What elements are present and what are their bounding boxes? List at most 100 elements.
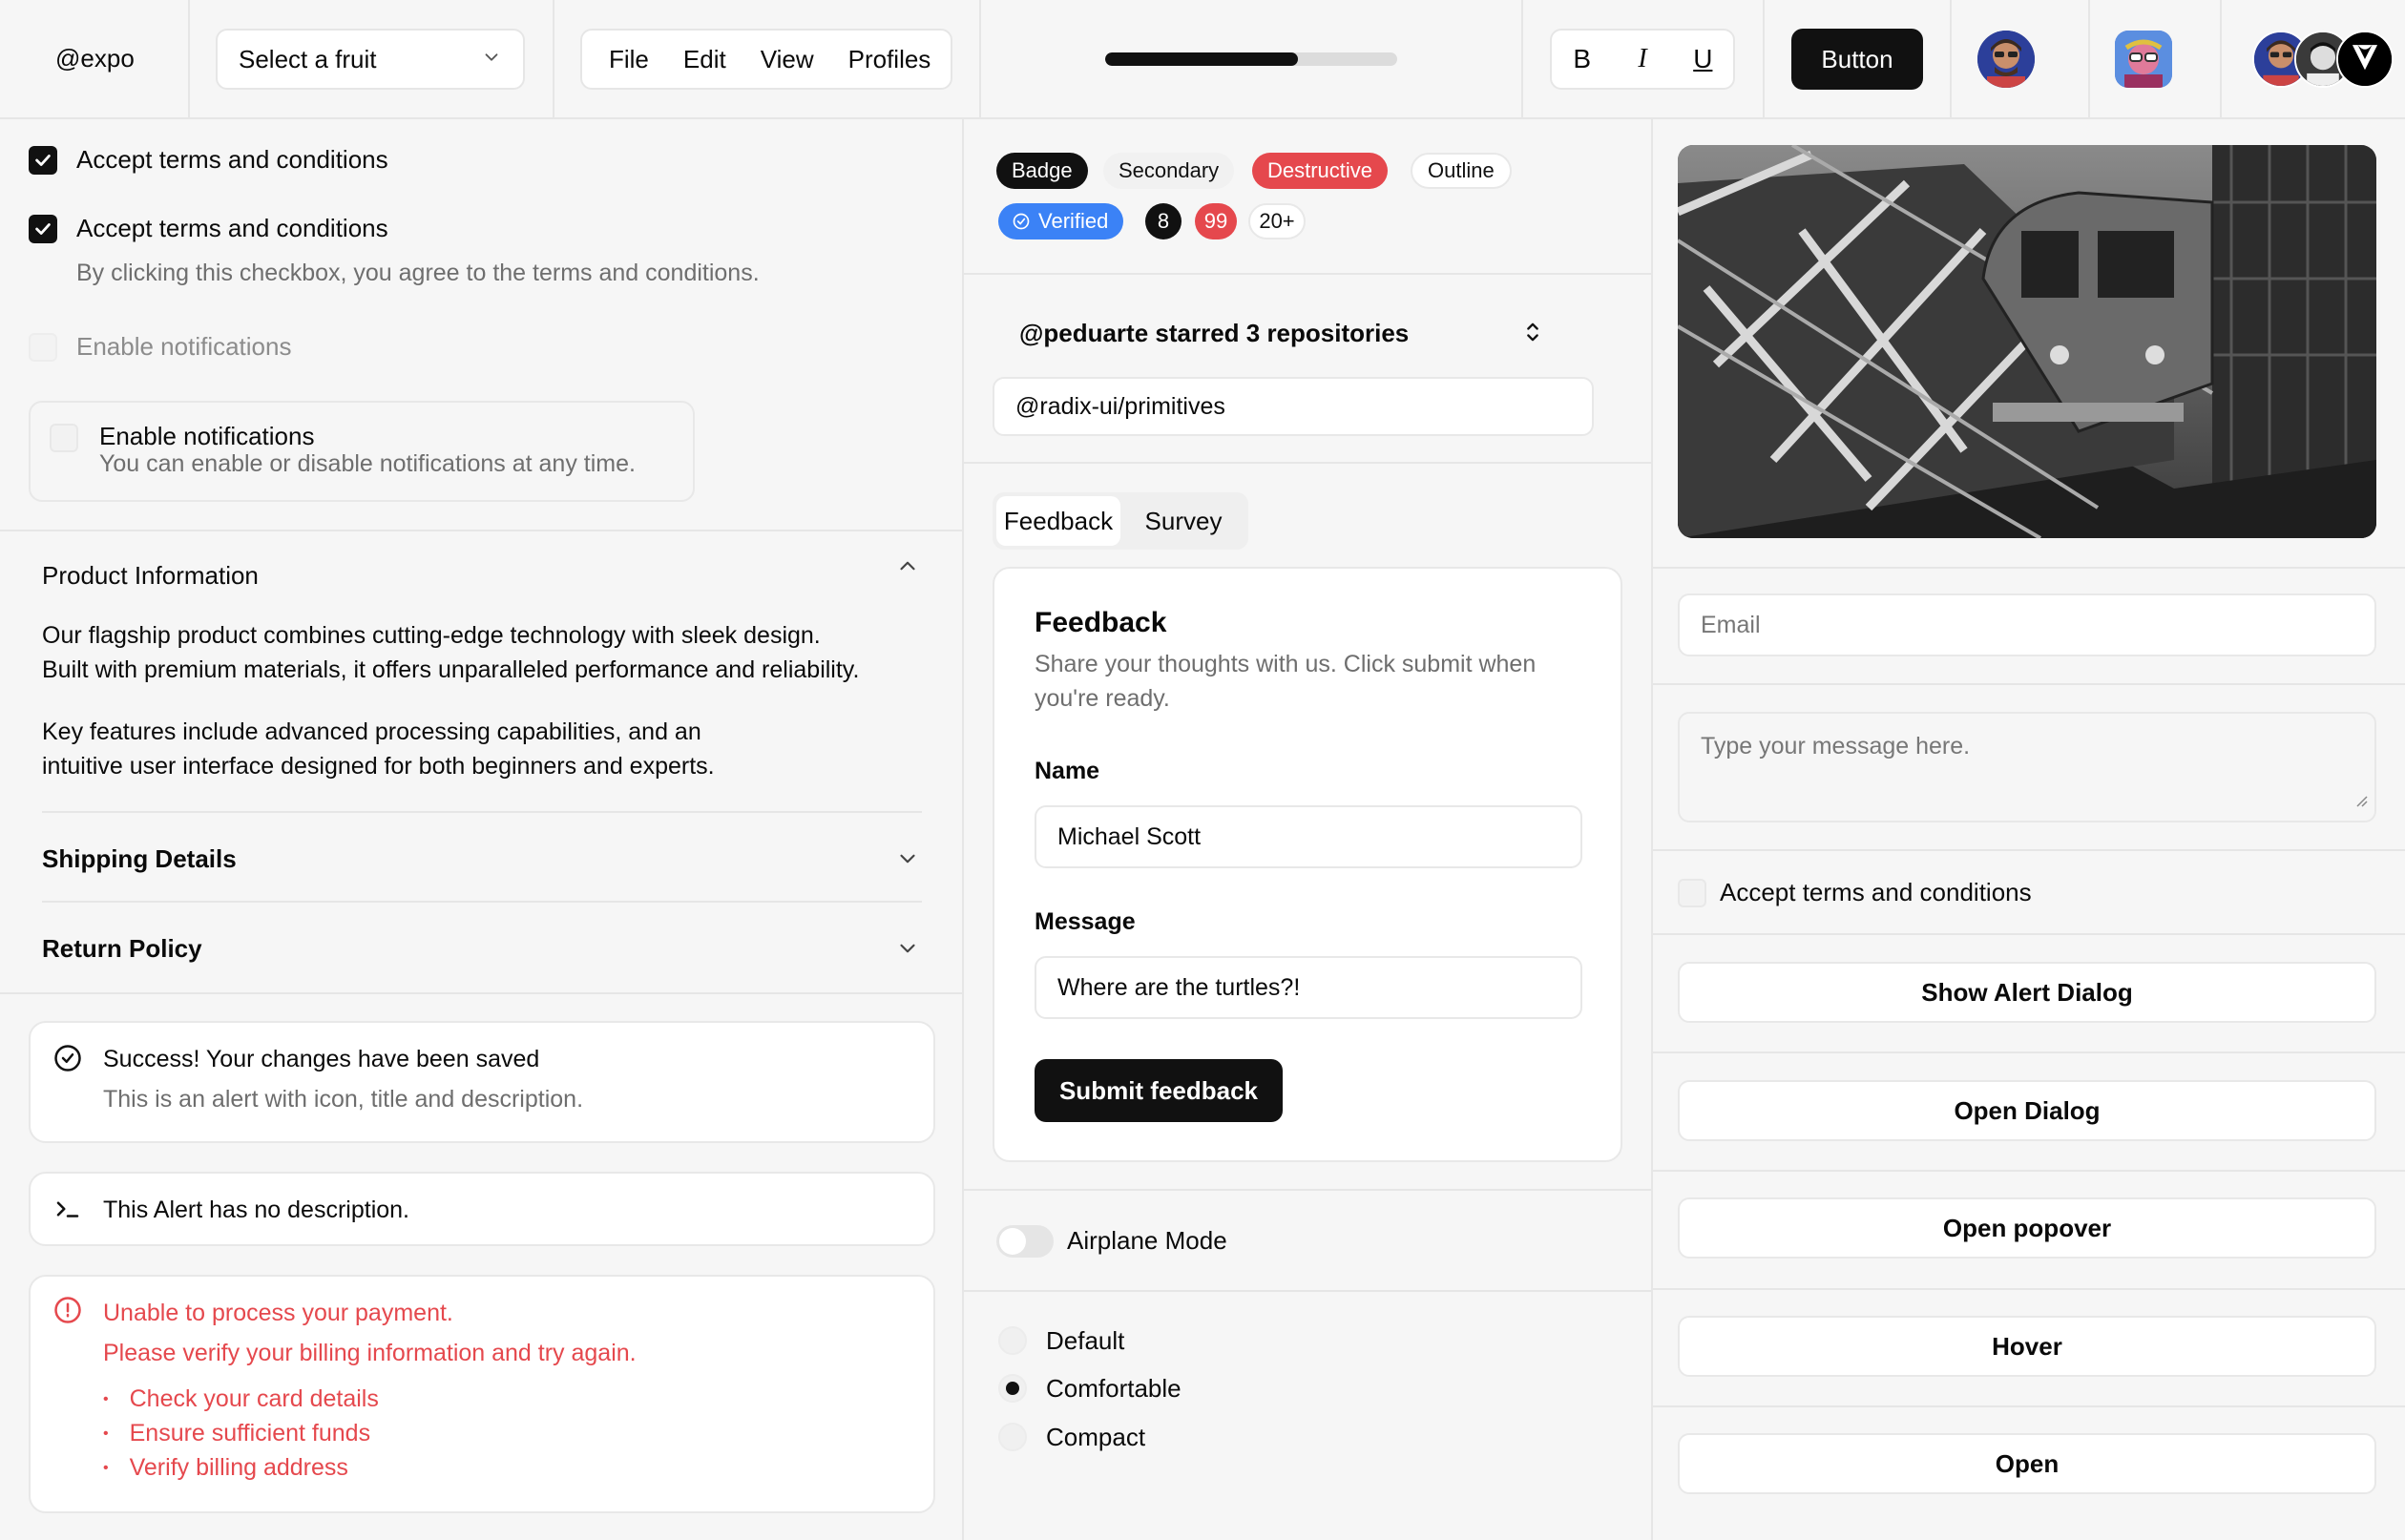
- radio-compact-label: Compact: [1046, 1423, 1146, 1451]
- message-input[interactable]: Where are the turtles?!: [1035, 956, 1582, 1019]
- fruit-select[interactable]: Select a fruit: [216, 29, 525, 90]
- chevron-down-icon[interactable]: [895, 936, 920, 968]
- right-terms-checkbox[interactable]: [1678, 879, 1706, 907]
- message-input-value: Where are the turtles?!: [1057, 973, 1301, 1001]
- badge-outline: Outline: [1411, 153, 1512, 189]
- terms-checkbox-2-label: Accept terms and conditions: [76, 214, 388, 242]
- badge-secondary: Secondary: [1103, 153, 1235, 189]
- check-icon: [35, 223, 51, 235]
- chevron-down-icon: [481, 45, 502, 74]
- terminal-icon: [53, 1195, 82, 1230]
- count-badge: 20+: [1248, 203, 1306, 239]
- count-badge: 8: [1145, 203, 1182, 239]
- collapsible-item: @radix-ui/primitives: [993, 377, 1594, 436]
- feedback-card-description: you're ready.: [1035, 685, 1170, 712]
- feedback-card-description: Share your thoughts with us. Click submi…: [1035, 651, 1537, 677]
- avatar-portrait-icon: [2115, 31, 2172, 88]
- hover-card-button[interactable]: Hover: [1678, 1316, 2376, 1377]
- primary-button[interactable]: Button: [1791, 29, 1923, 90]
- radio-compact[interactable]: [998, 1423, 1027, 1451]
- badge-verified-label: Verified: [1038, 209, 1109, 233]
- error-alert: Unable to process your payment. Please v…: [29, 1275, 935, 1513]
- airplane-mode-switch[interactable]: [996, 1225, 1054, 1258]
- submit-feedback-button[interactable]: Submit feedback: [1035, 1059, 1283, 1122]
- message-label: Message: [1035, 908, 1136, 935]
- email-input-placeholder: Email: [1701, 611, 1761, 638]
- chevron-up-icon[interactable]: [895, 553, 920, 585]
- error-alert-description: Please verify your billing information a…: [103, 1340, 637, 1366]
- radio-comfortable-label: Comfortable: [1046, 1374, 1182, 1403]
- accordion-item-product-title[interactable]: Product Information: [42, 561, 259, 591]
- notifications-checkbox-label: Enable notifications: [76, 332, 292, 361]
- vercel-logo-icon: [2338, 32, 2392, 86]
- menu-view[interactable]: View: [743, 45, 831, 74]
- terminal-alert-title: This Alert has no description.: [103, 1197, 409, 1223]
- badge-check-icon: [1013, 213, 1030, 230]
- fruit-select-value: Select a fruit: [239, 44, 377, 73]
- badge-destructive: Destructive: [1252, 153, 1389, 189]
- format-toggle-group: B I U: [1550, 29, 1735, 90]
- avatar[interactable]: [1977, 31, 2035, 88]
- badge-verified: Verified: [998, 203, 1124, 239]
- train-photo: [1678, 145, 2376, 538]
- notifications-card-checkbox[interactable]: [50, 424, 78, 452]
- right-terms-checkbox-label: Accept terms and conditions: [1720, 878, 2032, 906]
- handle-label: @expo: [55, 44, 135, 73]
- radio-indicator: [1006, 1382, 1019, 1395]
- terms-checkbox-2[interactable]: [29, 215, 57, 243]
- error-alert-list-item: • Ensure sufficient funds: [103, 1420, 371, 1446]
- menu-edit[interactable]: Edit: [666, 45, 743, 74]
- progress-bar: [1105, 52, 1397, 66]
- check-icon: [35, 155, 51, 166]
- notifications-checkbox[interactable]: [29, 333, 57, 362]
- notifications-card-description: You can enable or disable notifications …: [99, 450, 636, 477]
- success-alert-title: Success! Your changes have been saved: [103, 1046, 540, 1072]
- switch-thumb: [999, 1228, 1026, 1255]
- feedback-card: Feedback Share your thoughts with us. Cl…: [993, 567, 1622, 1162]
- notifications-card[interactable]: Enable notifications You can enable or d…: [29, 401, 695, 502]
- menu-profiles[interactable]: Profiles: [831, 45, 949, 74]
- alert-circle-icon: [53, 1296, 82, 1331]
- tab-survey[interactable]: Survey: [1126, 496, 1241, 546]
- product-info-text-line: Built with premium materials, it offers …: [42, 656, 860, 683]
- terms-checkbox-1-label: Accept terms and conditions: [76, 145, 388, 174]
- feedback-card-title: Feedback: [1035, 607, 1167, 638]
- open-sheet-button[interactable]: Open: [1678, 1433, 2376, 1494]
- bold-toggle[interactable]: B: [1552, 31, 1612, 88]
- accordion-item-return-title[interactable]: Return Policy: [42, 934, 202, 964]
- progress-fill: [1105, 52, 1298, 66]
- name-input[interactable]: Michael Scott: [1035, 805, 1582, 868]
- error-alert-list-item: • Verify billing address: [103, 1454, 348, 1481]
- radio-default-label: Default: [1046, 1326, 1125, 1355]
- train-image: [1678, 145, 2376, 538]
- accordion-item-shipping-title[interactable]: Shipping Details: [42, 844, 237, 874]
- chevron-down-icon[interactable]: [895, 846, 920, 878]
- resize-handle-icon[interactable]: [2353, 787, 2369, 815]
- avatar[interactable]: [2115, 31, 2172, 88]
- open-dialog-button[interactable]: Open Dialog: [1678, 1080, 2376, 1141]
- error-alert-list-item: • Check your card details: [103, 1385, 379, 1412]
- chevrons-up-down-icon[interactable]: [1519, 319, 1546, 352]
- radio-default[interactable]: [998, 1326, 1027, 1355]
- airplane-mode-label: Airplane Mode: [1067, 1226, 1227, 1255]
- radio-comfortable[interactable]: [998, 1374, 1027, 1403]
- message-textarea[interactable]: Type your message here.: [1678, 712, 2376, 822]
- terms-checkbox-1[interactable]: [29, 146, 57, 175]
- badge-default: Badge: [996, 153, 1088, 189]
- tab-feedback[interactable]: Feedback: [996, 496, 1120, 546]
- email-input[interactable]: Email: [1678, 593, 2376, 656]
- top-bar: @expo Select a fruit File Edit View Prof…: [0, 0, 2405, 119]
- tabs-list: Feedback Survey: [993, 492, 1248, 550]
- italic-toggle[interactable]: I: [1612, 31, 1672, 88]
- name-input-value: Michael Scott: [1057, 822, 1202, 850]
- terminal-alert: This Alert has no description.: [29, 1172, 935, 1246]
- menu-file[interactable]: File: [592, 45, 666, 74]
- underline-toggle[interactable]: U: [1673, 31, 1733, 88]
- terms-checkbox-2-description: By clicking this checkbox, you agree to …: [76, 260, 760, 286]
- error-alert-title: Unable to process your payment.: [103, 1300, 453, 1326]
- avatar[interactable]: [2336, 31, 2394, 88]
- message-textarea-placeholder: Type your message here.: [1701, 733, 1971, 760]
- open-popover-button[interactable]: Open popover: [1678, 1197, 2376, 1259]
- show-alert-dialog-button[interactable]: Show Alert Dialog: [1678, 962, 2376, 1023]
- product-info-text-line: Our flagship product combines cutting-ed…: [42, 622, 821, 649]
